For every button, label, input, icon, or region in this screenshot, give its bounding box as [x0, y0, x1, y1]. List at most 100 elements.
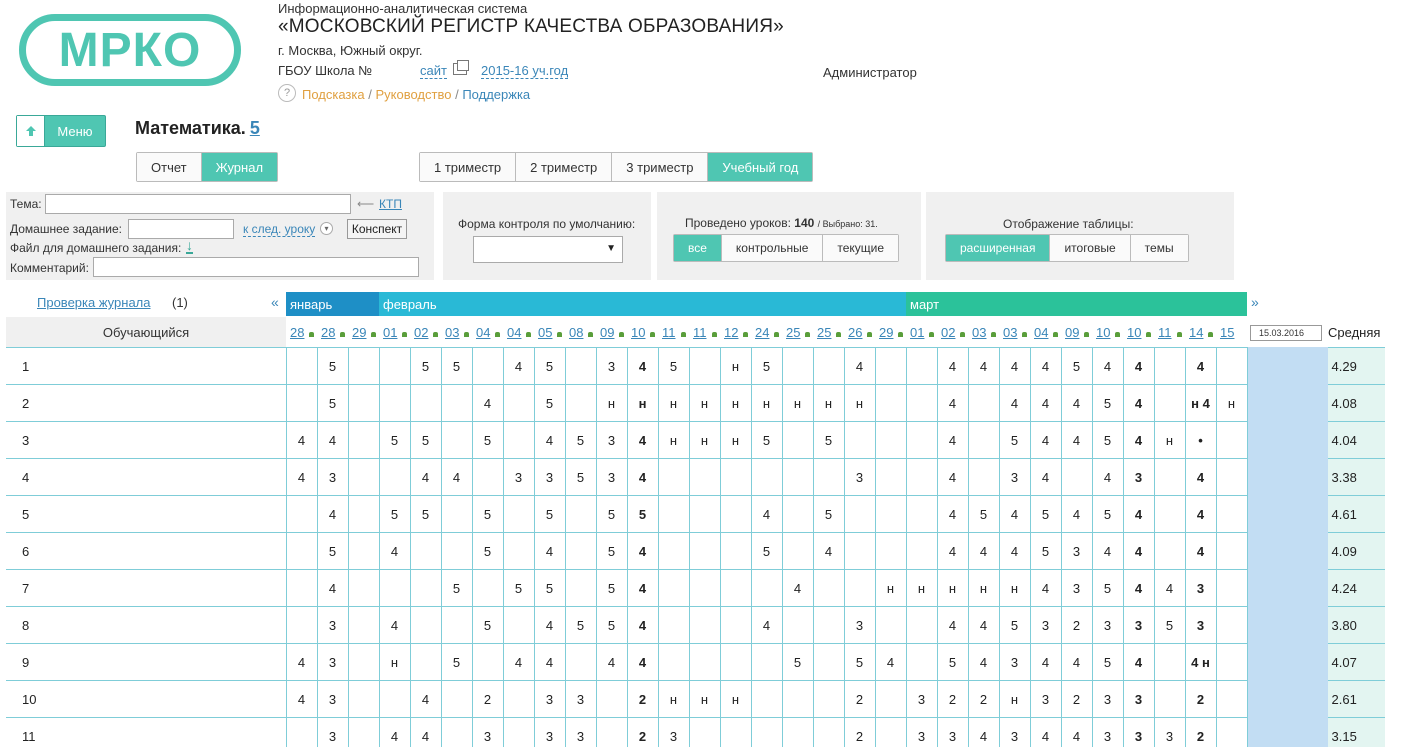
grade-cell[interactable]: 5 [471, 532, 504, 570]
grade-cell[interactable] [812, 458, 845, 496]
grade-cell[interactable]: 4 [1060, 384, 1093, 422]
grade-cell[interactable]: 2 [1184, 680, 1217, 718]
grade-cell[interactable]: 4 [1029, 717, 1062, 747]
grade-cell[interactable]: 4 [285, 643, 318, 681]
grade-cell[interactable]: 4 н [1184, 643, 1217, 681]
lesson-date-link[interactable]: 25 [813, 317, 844, 347]
grade-cell[interactable]: 4 [1029, 569, 1062, 607]
topic-input[interactable] [45, 194, 351, 214]
grade-cell[interactable] [595, 717, 628, 747]
student-number[interactable]: 7 [6, 569, 287, 607]
grade-cell[interactable] [285, 717, 318, 747]
grade-cell[interactable]: 4 [626, 643, 659, 681]
grade-cell[interactable]: 5 [998, 606, 1031, 644]
grade-cell[interactable]: 4 [936, 532, 969, 570]
grade-cell[interactable] [440, 384, 473, 422]
grade-cell[interactable]: 5 [533, 569, 566, 607]
grade-cell[interactable]: 3 [843, 606, 876, 644]
grade-cell[interactable] [378, 569, 411, 607]
grade-cell[interactable]: 4 [967, 643, 1000, 681]
summary-button[interactable]: Конспект [347, 219, 407, 239]
grade-cell[interactable]: 5 [564, 458, 597, 496]
lesson-date-link[interactable]: 10 [627, 317, 658, 347]
grade-cell[interactable]: 5 [378, 495, 411, 533]
grade-cell[interactable]: 4 [409, 717, 442, 747]
grade-cell[interactable] [905, 384, 938, 422]
grade-cell[interactable]: 4 [998, 532, 1031, 570]
grade-cell[interactable] [905, 458, 938, 496]
selected-date-column[interactable] [1246, 606, 1328, 644]
grade-cell[interactable] [409, 606, 442, 644]
student-number[interactable]: 8 [6, 606, 287, 644]
grade-cell[interactable]: 4 [1091, 347, 1124, 385]
grade-cell[interactable]: 4 [285, 458, 318, 496]
grade-cell[interactable]: 4 [378, 717, 411, 747]
grade-cell[interactable]: 3 [471, 717, 504, 747]
grade-cell[interactable]: н [688, 680, 721, 718]
grade-cell[interactable]: 5 [843, 643, 876, 681]
grade-cell[interactable]: н [812, 384, 845, 422]
grade-cell[interactable]: н [998, 680, 1031, 718]
grade-cell[interactable]: 4 [1122, 495, 1155, 533]
grade-cell[interactable]: 3 [595, 458, 628, 496]
grade-cell[interactable] [1153, 384, 1186, 422]
lesson-date-link[interactable]: 12 [720, 317, 751, 347]
grade-cell[interactable]: н [905, 569, 938, 607]
grade-cell[interactable] [564, 495, 597, 533]
grade-cell[interactable]: 3 [316, 680, 349, 718]
grade-cell[interactable]: н [750, 384, 783, 422]
grade-cell[interactable]: н [1215, 384, 1248, 422]
external-window-icon[interactable] [453, 60, 469, 75]
selected-date-column[interactable] [1246, 347, 1328, 385]
grade-cell[interactable]: 4 [936, 606, 969, 644]
display-extended[interactable]: расширенная [946, 235, 1051, 261]
grade-cell[interactable] [347, 717, 380, 747]
grade-cell[interactable]: 2 [626, 680, 659, 718]
help-icon[interactable]: ? [278, 84, 296, 102]
grade-cell[interactable]: 4 [626, 458, 659, 496]
grade-cell[interactable] [502, 421, 535, 459]
student-number[interactable]: 10 [6, 680, 287, 718]
grade-cell[interactable]: 4 [316, 421, 349, 459]
grade-cell[interactable]: 4 [998, 347, 1031, 385]
grade-cell[interactable] [781, 421, 814, 459]
grade-cell[interactable]: н [874, 569, 907, 607]
grade-cell[interactable] [378, 458, 411, 496]
grade-cell[interactable] [502, 717, 535, 747]
grade-cell[interactable]: 5 [781, 643, 814, 681]
lesson-date-link[interactable]: 24 [751, 317, 782, 347]
grade-cell[interactable]: 4 [1184, 532, 1217, 570]
grade-cell[interactable]: 2 [936, 680, 969, 718]
grade-cell[interactable]: 3 [936, 717, 969, 747]
grade-cell[interactable] [1153, 643, 1186, 681]
grade-cell[interactable] [905, 532, 938, 570]
grade-cell[interactable]: 3 [564, 680, 597, 718]
next-arrow-icon[interactable]: » [1251, 294, 1259, 310]
grade-cell[interactable] [781, 606, 814, 644]
grade-cell[interactable] [502, 495, 535, 533]
grade-cell[interactable] [812, 606, 845, 644]
grade-cell[interactable] [812, 680, 845, 718]
control-form-select[interactable]: ▼ [473, 236, 623, 263]
grade-cell[interactable]: 5 [1060, 347, 1093, 385]
grade-cell[interactable] [347, 643, 380, 681]
grade-cell[interactable] [657, 532, 690, 570]
journal-check-link[interactable]: Проверка журнала [37, 295, 151, 310]
grade-cell[interactable] [688, 347, 721, 385]
grade-cell[interactable]: н [781, 384, 814, 422]
grade-cell[interactable]: 4 [1184, 347, 1217, 385]
grade-cell[interactable]: 4 [533, 532, 566, 570]
grade-cell[interactable]: 4 [1184, 458, 1217, 496]
tab-report[interactable]: Отчет [137, 153, 202, 181]
grade-cell[interactable] [874, 532, 907, 570]
grade-cell[interactable] [1215, 458, 1248, 496]
grade-cell[interactable] [657, 606, 690, 644]
grade-cell[interactable]: 3 [1060, 532, 1093, 570]
selected-date-column[interactable] [1246, 680, 1328, 718]
grade-cell[interactable]: 3 [905, 717, 938, 747]
grade-cell[interactable] [719, 569, 752, 607]
grade-cell[interactable]: н [688, 421, 721, 459]
student-number[interactable]: 9 [6, 643, 287, 681]
support-link[interactable]: Поддержка [462, 87, 530, 102]
grade-cell[interactable]: 4 [1029, 421, 1062, 459]
